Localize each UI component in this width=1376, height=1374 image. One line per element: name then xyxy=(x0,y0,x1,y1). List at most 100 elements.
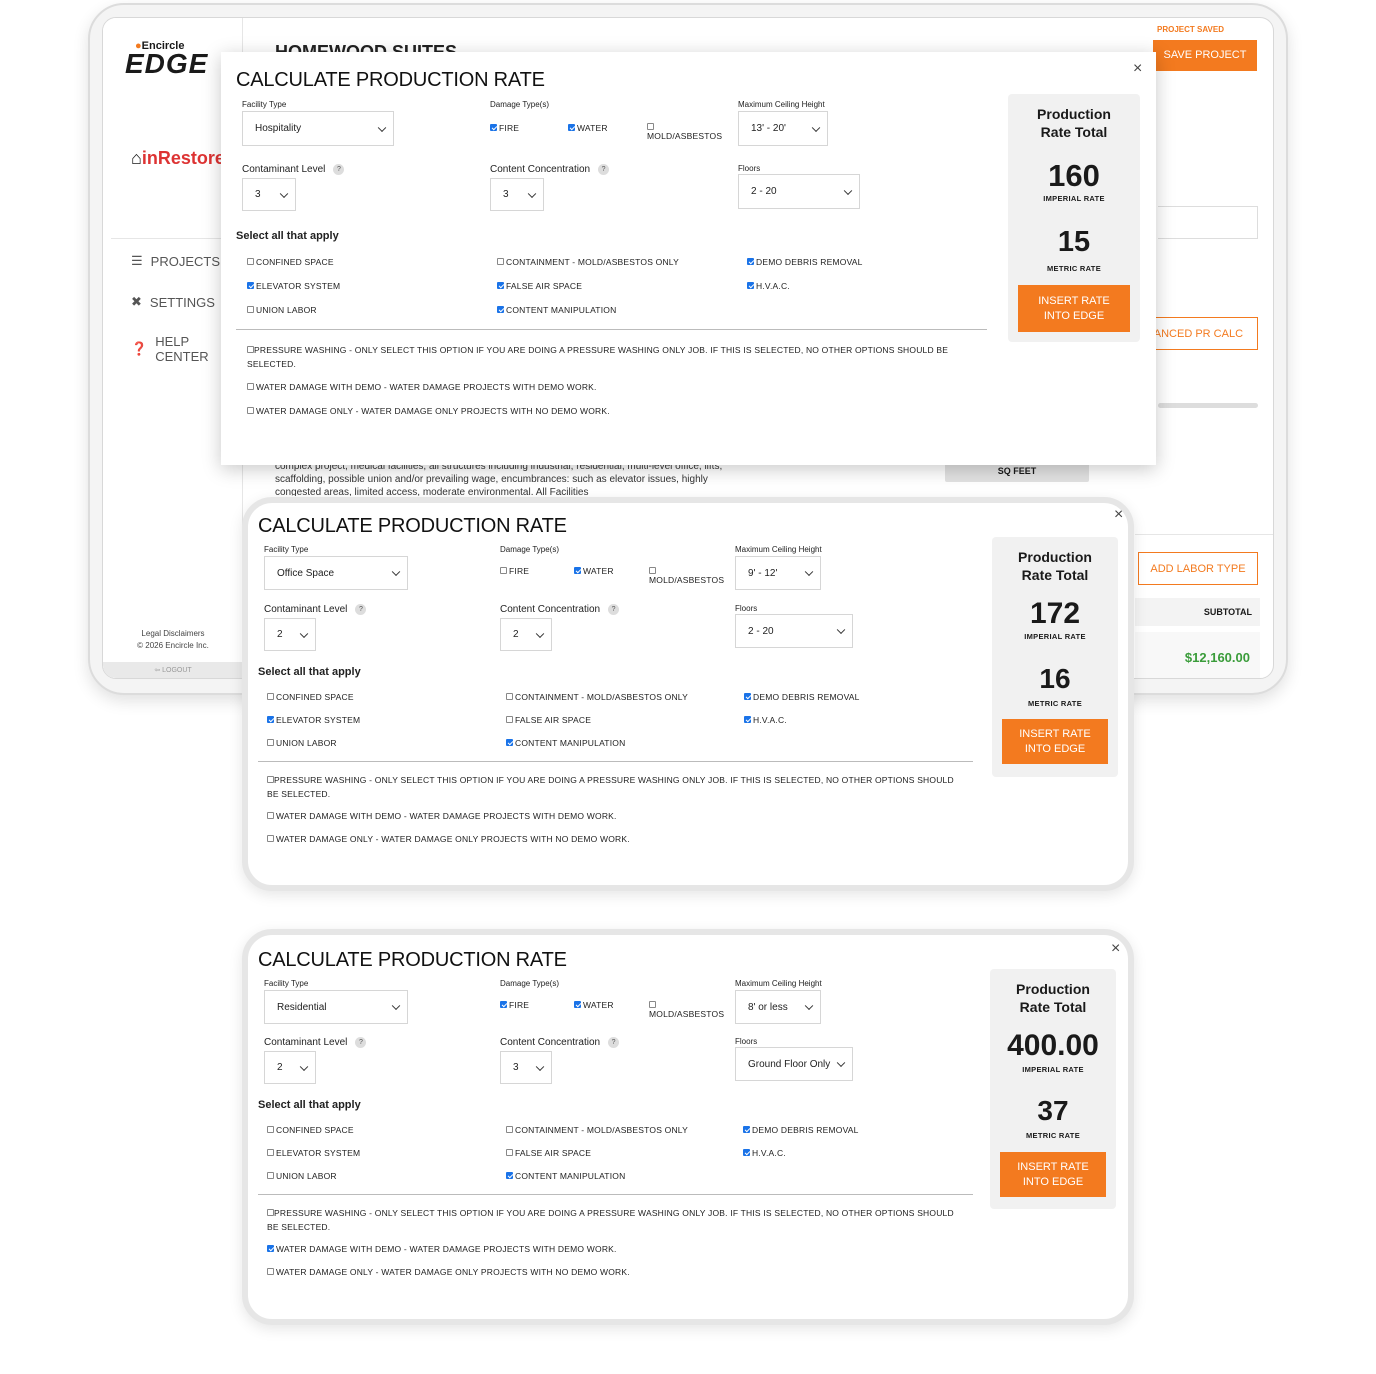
content-concentration-select[interactable]: 3 xyxy=(500,1051,552,1084)
checkbox-checked-icon xyxy=(267,716,274,723)
sidebar-item-settings[interactable]: ✖ SETTINGS xyxy=(131,294,215,310)
containment-checkbox[interactable]: CONTAINMENT - MOLD/ASBESTOS ONLY xyxy=(497,256,679,269)
insert-rate-button[interactable]: INSERT RATE INTO EDGE xyxy=(1002,719,1108,764)
content-manipulation-checkbox[interactable]: CONTENT MANIPULATION xyxy=(506,1170,625,1183)
water-only-checkbox[interactable]: WATER DAMAGE ONLY - WATER DAMAGE ONLY PR… xyxy=(267,833,630,846)
checkbox-checked-icon xyxy=(490,124,497,131)
advanced-pr-calc-button[interactable]: ADVANCED PR CALC xyxy=(1132,317,1258,350)
hvac-checkbox[interactable]: H.V.A.C. xyxy=(743,1147,786,1160)
content-concentration-select[interactable]: 3 xyxy=(490,178,544,211)
water-checkbox[interactable]: WATER xyxy=(574,999,614,1012)
sidebar-item-projects[interactable]: ☰ PROJECTS xyxy=(131,253,220,269)
save-project-button[interactable]: SAVE PROJECT xyxy=(1153,40,1257,71)
max-ceiling-select[interactable]: 9' - 12' xyxy=(735,556,821,590)
containment-checkbox[interactable]: CONTAINMENT - MOLD/ASBESTOS ONLY xyxy=(506,691,688,704)
pressure-washing-checkbox[interactable]: PRESSURE WASHING - ONLY SELECT THIS OPTI… xyxy=(267,774,967,801)
hvac-checkbox[interactable]: H.V.A.C. xyxy=(744,714,787,727)
water-only-checkbox[interactable]: WATER DAMAGE ONLY - WATER DAMAGE ONLY PR… xyxy=(247,405,610,418)
chevron-down-icon xyxy=(391,1001,401,1011)
contaminant-level-value: 2 xyxy=(277,629,283,640)
close-icon[interactable]: × xyxy=(1133,60,1142,78)
pressure-washing-checkbox[interactable]: PRESSURE WASHING - ONLY SELECT THIS OPTI… xyxy=(247,344,967,371)
insert-rate-label: INTO EDGE xyxy=(1022,1175,1084,1188)
close-icon[interactable]: × xyxy=(1114,506,1123,524)
insert-rate-button[interactable]: INSERT RATE INTO EDGE xyxy=(1000,1152,1106,1197)
floors-select[interactable]: 2 - 20 xyxy=(738,174,860,209)
hvac-checkbox[interactable]: H.V.A.C. xyxy=(747,280,790,293)
help-icon[interactable]: ? xyxy=(598,164,610,175)
mold-checkbox[interactable]: MOLD/ASBESTOS xyxy=(647,121,722,143)
rate-total-panel: Production Rate Total 172 IMPERIAL RATE 1… xyxy=(992,537,1118,777)
checkbox-checked-icon xyxy=(500,1001,507,1008)
max-ceiling-select[interactable]: 13' - 20' xyxy=(738,111,828,146)
water-demo-label: WATER DAMAGE WITH DEMO - WATER DAMAGE PR… xyxy=(256,382,597,392)
sidebar-item-label: PROJECTS xyxy=(150,253,220,269)
subtotal-value: $12,160.00 xyxy=(1135,632,1260,678)
elevator-label: ELEVATOR SYSTEM xyxy=(276,715,361,725)
select-all-heading: Select all that apply xyxy=(258,1099,361,1111)
confined-space-checkbox[interactable]: CONFINED SPACE xyxy=(247,256,334,269)
water-demo-label: WATER DAMAGE WITH DEMO - WATER DAMAGE PR… xyxy=(276,811,617,821)
insert-rate-button[interactable]: INSERT RATE INTO EDGE xyxy=(1018,285,1130,332)
max-ceiling-select[interactable]: 8' or less xyxy=(735,990,821,1024)
mold-checkbox[interactable]: MOLD/ASBESTOS xyxy=(649,565,724,587)
background-input-field[interactable] xyxy=(1158,206,1258,239)
water-demo-checkbox[interactable]: WATER DAMAGE WITH DEMO - WATER DAMAGE PR… xyxy=(247,381,597,394)
contaminant-level-select[interactable]: 2 xyxy=(264,618,316,651)
help-icon[interactable]: ? xyxy=(333,164,345,175)
close-icon[interactable]: × xyxy=(1111,940,1120,958)
union-labor-checkbox[interactable]: UNION LABOR xyxy=(267,1170,337,1183)
containment-checkbox[interactable]: CONTAINMENT - MOLD/ASBESTOS ONLY xyxy=(506,1124,688,1137)
fire-checkbox[interactable]: FIRE xyxy=(500,565,529,578)
union-labor-checkbox[interactable]: UNION LABOR xyxy=(267,737,337,750)
help-icon[interactable]: ? xyxy=(355,604,367,615)
fire-checkbox[interactable]: FIRE xyxy=(490,122,519,135)
confined-space-checkbox[interactable]: CONFINED SPACE xyxy=(267,1124,354,1137)
checkbox-empty-icon xyxy=(267,1126,274,1133)
pressure-washing-checkbox[interactable]: PRESSURE WASHING - ONLY SELECT THIS OPTI… xyxy=(267,1207,967,1234)
chevron-down-icon xyxy=(804,1001,814,1011)
demo-debris-checkbox[interactable]: DEMO DEBRIS REMOVAL xyxy=(747,256,863,269)
confined-space-checkbox[interactable]: CONFINED SPACE xyxy=(267,691,354,704)
content-concentration-select[interactable]: 2 xyxy=(500,618,552,651)
floors-select[interactable]: Ground Floor Only xyxy=(735,1047,853,1081)
facility-type-select[interactable]: Hospitality xyxy=(242,111,394,146)
elevator-checkbox[interactable]: ELEVATOR SYSTEM xyxy=(267,1147,360,1160)
add-labor-type-button[interactable]: ADD LABOR TYPE xyxy=(1138,552,1258,585)
false-air-checkbox[interactable]: FALSE AIR SPACE xyxy=(497,280,582,293)
contaminant-level-select[interactable]: 3 xyxy=(242,178,296,211)
hvac-label: H.V.A.C. xyxy=(752,1148,786,1158)
help-icon[interactable]: ? xyxy=(608,604,620,615)
union-labor-label: UNION LABOR xyxy=(276,738,337,748)
water-checkbox[interactable]: WATER xyxy=(568,122,608,135)
false-air-checkbox[interactable]: FALSE AIR SPACE xyxy=(506,1147,591,1160)
damage-types-label: Damage Type(s) xyxy=(490,100,549,109)
fire-checkbox[interactable]: FIRE xyxy=(500,999,529,1012)
mold-checkbox[interactable]: MOLD/ASBESTOS xyxy=(649,999,724,1021)
rate-total-title: Production Rate Total xyxy=(990,980,1116,1016)
water-only-checkbox[interactable]: WATER DAMAGE ONLY - WATER DAMAGE ONLY PR… xyxy=(267,1266,630,1279)
legal-disclaimers-link[interactable]: Legal Disclaimers xyxy=(103,628,243,640)
help-icon[interactable]: ? xyxy=(355,1037,367,1048)
false-air-checkbox[interactable]: FALSE AIR SPACE xyxy=(506,714,591,727)
facility-type-select[interactable]: Office Space xyxy=(264,556,408,590)
water-demo-checkbox[interactable]: WATER DAMAGE WITH DEMO - WATER DAMAGE PR… xyxy=(267,810,617,823)
elevator-label: ELEVATOR SYSTEM xyxy=(256,281,341,291)
facility-type-select[interactable]: Residential xyxy=(264,990,408,1024)
demo-debris-checkbox[interactable]: DEMO DEBRIS REMOVAL xyxy=(743,1124,859,1137)
list-icon: ☰ xyxy=(131,253,143,268)
contaminant-level-select[interactable]: 2 xyxy=(264,1051,316,1084)
logout-button[interactable]: ⇦ LOGOUT xyxy=(103,662,243,678)
content-manipulation-checkbox[interactable]: CONTENT MANIPULATION xyxy=(506,737,625,750)
sidebar-item-label: SETTINGS xyxy=(149,294,215,310)
help-icon[interactable]: ? xyxy=(608,1037,620,1048)
floors-select[interactable]: 2 - 20 xyxy=(735,614,853,648)
chevron-down-icon xyxy=(377,123,387,132)
elevator-checkbox[interactable]: ELEVATOR SYSTEM xyxy=(247,280,340,293)
elevator-checkbox[interactable]: ELEVATOR SYSTEM xyxy=(267,714,360,727)
water-checkbox[interactable]: WATER xyxy=(574,565,614,578)
demo-debris-checkbox[interactable]: DEMO DEBRIS REMOVAL xyxy=(744,691,860,704)
content-manipulation-checkbox[interactable]: CONTENT MANIPULATION xyxy=(497,304,616,317)
union-labor-checkbox[interactable]: UNION LABOR xyxy=(247,304,317,317)
water-demo-checkbox[interactable]: WATER DAMAGE WITH DEMO - WATER DAMAGE PR… xyxy=(267,1243,617,1256)
